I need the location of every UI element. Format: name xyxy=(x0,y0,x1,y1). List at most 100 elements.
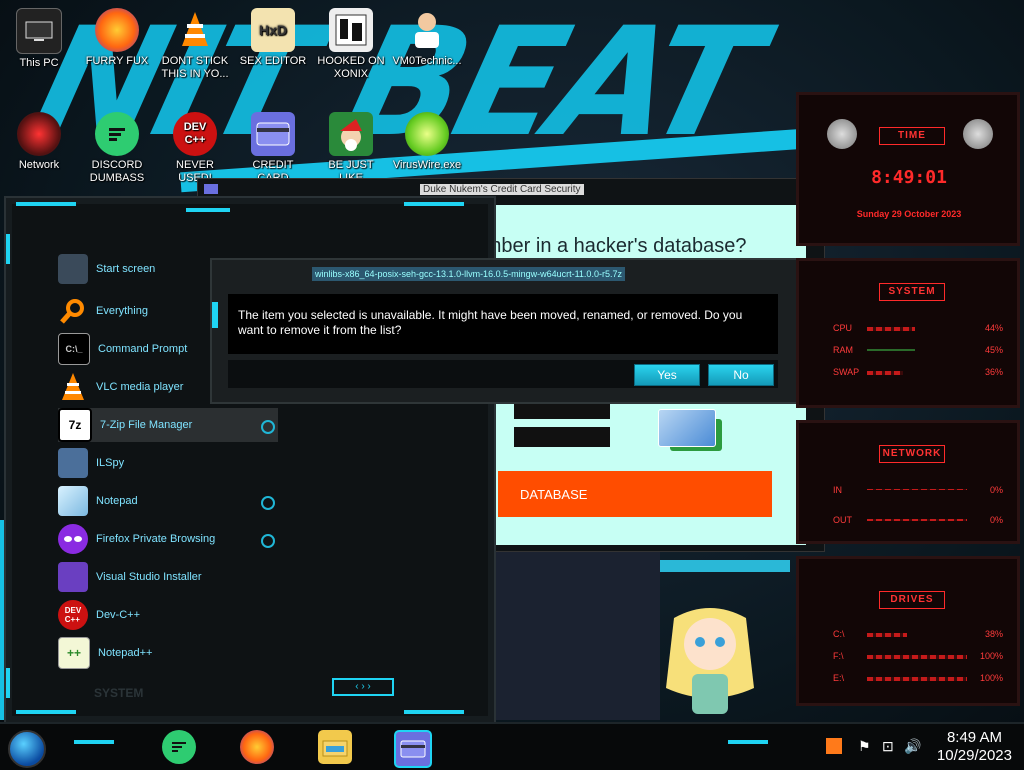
pin-icon[interactable] xyxy=(261,420,275,434)
row-value: 44% xyxy=(984,323,1003,333)
start-item-label: Dev-C++ xyxy=(96,609,141,621)
row-label: OUT xyxy=(833,515,852,525)
dialog-message: The item you selected is unavailable. It… xyxy=(228,294,778,354)
desktop-icon-label: DONT STICK THIS IN YO... xyxy=(161,55,229,80)
volume-icon[interactable]: 🔊 xyxy=(904,738,921,755)
firefox-icon xyxy=(95,8,139,52)
taskbar-credit-card-icon[interactable] xyxy=(394,730,432,768)
start-item-label: Everything xyxy=(96,305,148,317)
yes-button[interactable]: Yes xyxy=(634,364,700,386)
network-status-icon[interactable]: ⊡ xyxy=(882,738,894,755)
frame-accent xyxy=(186,208,230,212)
row-label: F:\ xyxy=(833,651,844,661)
start-item-ilspy[interactable]: ILSpy xyxy=(58,446,278,480)
desktop-icon-credit-card[interactable]: CREDIT CARD xyxy=(238,112,308,185)
row-value: 45% xyxy=(984,345,1003,355)
gadget-date: Sunday 29 October 2023 xyxy=(856,209,962,219)
taskbar-clock[interactable]: 8:49 AM 10/29/2023 xyxy=(937,729,1012,765)
no-button[interactable]: No xyxy=(708,364,774,386)
start-menu-app-list: Start screen Everything C:\_ Command Pro… xyxy=(58,252,278,702)
drive-row-c: C:\ 38% xyxy=(833,629,1003,643)
start-item-label: Notepad xyxy=(96,495,138,507)
start-item-notepad[interactable]: Notepad xyxy=(58,484,278,518)
pin-icon[interactable] xyxy=(261,496,275,510)
desktop-icon-santa[interactable]: BE JUST LIKE xyxy=(316,112,386,185)
taskbar-file-explorer-icon[interactable] xyxy=(318,730,352,764)
desktop-icon-this-pc[interactable]: This PC xyxy=(4,8,74,70)
notification-app-icon[interactable] xyxy=(826,738,842,754)
taskbar-chat-icon[interactable] xyxy=(162,730,196,764)
credit-window-title: Duke Nukem's Credit Card Security xyxy=(420,184,584,195)
frame-accent xyxy=(6,234,10,264)
start-item-label: Start screen xyxy=(96,263,156,275)
dev-cpp-icon: DEV C++ xyxy=(173,112,217,156)
santa-icon xyxy=(329,112,373,156)
dialog-button-bar: Yes No xyxy=(228,360,778,388)
gadget-title: DRIVES xyxy=(879,591,945,609)
start-item-notepad-plus-plus[interactable]: ++ Notepad++ xyxy=(58,636,278,670)
desktop-icon-vlc[interactable]: DONT STICK THIS IN YO... xyxy=(160,8,230,81)
desktop-icon-hex-editor[interactable]: HxD SEX EDITOR xyxy=(238,8,308,68)
system-gadget: SYSTEM CPU 44% RAM 45% SWAP 36% xyxy=(796,258,1020,408)
row-bar xyxy=(867,327,915,331)
start-button[interactable] xyxy=(8,730,46,768)
network-row-in: IN 0% xyxy=(833,485,1003,499)
computer-icon xyxy=(16,8,62,54)
alien-head-icon xyxy=(963,119,993,149)
network-gadget: NETWORK IN 0% OUT 0% xyxy=(796,420,1020,544)
drive-row-f: F:\ 100% xyxy=(833,651,1003,665)
alien-head-icon xyxy=(827,119,857,149)
row-value: 36% xyxy=(984,367,1003,377)
start-item-visual-studio[interactable]: Visual Studio Installer xyxy=(58,560,278,594)
start-item-label: Firefox Private Browsing xyxy=(96,533,216,545)
scroll-arrows-icon[interactable]: ‹ › › xyxy=(332,678,394,696)
desktop-icon-label: VirusWire.exe xyxy=(392,159,462,171)
notepad-icon xyxy=(58,486,88,516)
start-item-dev-cpp[interactable]: DEV C++ Dev-C++ xyxy=(58,598,278,632)
card-expiry-field[interactable] xyxy=(514,427,610,447)
desktop-icon-viruswire[interactable]: VirusWire.exe xyxy=(392,112,462,172)
taskbar-time: 8:49 AM xyxy=(946,729,1002,746)
row-bar xyxy=(867,371,903,375)
row-bar xyxy=(867,677,967,681)
frame-accent xyxy=(404,202,464,206)
notepad-plus-plus-icon: ++ xyxy=(58,637,90,669)
row-value: 0% xyxy=(989,485,1003,495)
row-label: SWAP xyxy=(833,367,860,377)
row-value: 38% xyxy=(984,629,1003,639)
cartoon-character xyxy=(654,598,766,722)
doctor-icon xyxy=(405,8,449,52)
row-label: CPU xyxy=(833,323,853,333)
credit-card-icon xyxy=(658,409,716,447)
flag-icon[interactable]: ⚑ xyxy=(858,738,871,755)
desktop-icon-xonix[interactable]: HOOKED ON XONIX xyxy=(316,8,386,81)
dev-cpp-icon: DEV C++ xyxy=(58,600,88,630)
desktop-icon-label: FURRY FUX xyxy=(85,55,149,67)
desktop-icon-discord[interactable]: DISCORD DUMBASS xyxy=(82,112,152,185)
desktop-icon-dev-cpp[interactable]: DEV C++ NEVER USED! xyxy=(160,112,230,185)
desktop-icon-vm0[interactable]: VM0Technic... xyxy=(392,8,462,68)
row-bar xyxy=(867,655,967,659)
pin-icon[interactable] xyxy=(261,534,275,548)
frame-accent xyxy=(6,668,10,698)
taskbar-firefox-icon[interactable] xyxy=(240,730,274,764)
credit-card-icon xyxy=(251,112,295,156)
taskbar: ⚑ ⊡ 🔊 8:49 AM 10/29/2023 xyxy=(0,722,1024,770)
desktop-icon-label: This PC xyxy=(19,57,59,69)
check-database-button[interactable]: DATABASE xyxy=(498,471,772,517)
row-value: 0% xyxy=(989,515,1003,525)
ilspy-icon xyxy=(58,448,88,478)
credit-card-icon xyxy=(204,184,218,194)
chat-icon xyxy=(95,112,139,156)
start-item-label: Notepad++ xyxy=(98,647,153,659)
start-item-label: Visual Studio Installer xyxy=(96,571,202,583)
vlc-icon xyxy=(173,8,217,52)
start-item-7zip[interactable]: 7z 7-Zip File Manager xyxy=(58,408,278,442)
row-value: 100% xyxy=(979,651,1003,661)
lime-icon xyxy=(405,112,449,156)
system-row-cpu: CPU 44% xyxy=(833,323,1003,337)
desktop-icon-network[interactable]: Network xyxy=(4,112,74,172)
desktop-icon-label: SEX EDITOR xyxy=(239,55,307,67)
desktop-icon-firefox[interactable]: FURRY FUX xyxy=(82,8,152,68)
start-item-firefox-private[interactable]: Firefox Private Browsing xyxy=(58,522,278,556)
